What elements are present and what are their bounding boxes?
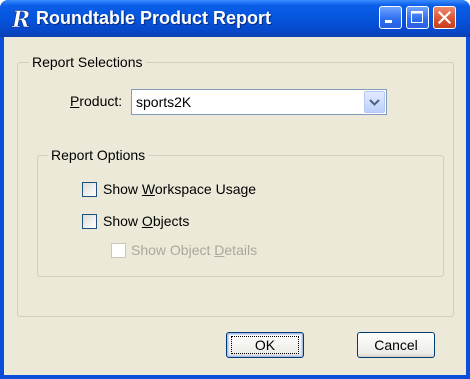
- chevron-down-icon: [369, 99, 380, 106]
- window-title: Roundtable Product Report: [36, 8, 271, 28]
- ok-button[interactable]: OK: [226, 332, 304, 358]
- svg-text:R: R: [11, 7, 30, 31]
- roundtable-logo-icon: R: [11, 7, 31, 31]
- dialog-body: Report Selections Product: sports2K Repo…: [4, 37, 466, 375]
- maximize-icon: [411, 11, 423, 23]
- report-options-legend: Report Options: [48, 147, 149, 163]
- product-select[interactable]: sports2K: [131, 89, 387, 115]
- show-workspace-usage-checkbox[interactable]: [82, 182, 97, 197]
- cancel-button[interactable]: Cancel: [357, 332, 435, 358]
- show-workspace-usage-label[interactable]: Show Workspace Usage: [103, 181, 256, 197]
- close-button[interactable]: [433, 6, 456, 29]
- show-object-details-label: Show Object Details: [131, 242, 257, 258]
- product-select-value: sports2K: [136, 94, 192, 110]
- minimize-icon: [385, 20, 392, 23]
- show-workspace-usage-post: orkspace Usage: [154, 181, 257, 197]
- product-label-rest: roduct:: [79, 93, 123, 109]
- show-workspace-usage-pre: Show: [103, 181, 142, 197]
- product-label-mnemonic: P: [70, 93, 80, 109]
- show-object-details-pre: Show Object: [131, 242, 215, 258]
- product-dropdown-button[interactable]: [364, 91, 385, 113]
- show-object-details-checkbox: [111, 243, 126, 258]
- show-objects-pre: Show: [103, 213, 142, 229]
- show-objects-mnemonic: O: [141, 213, 153, 229]
- close-icon: [437, 10, 452, 25]
- report-options-group: [37, 155, 444, 277]
- show-object-details-mnemonic: D: [214, 242, 225, 258]
- minimize-button[interactable]: [379, 6, 402, 29]
- show-objects-label[interactable]: Show Objects: [103, 213, 189, 229]
- maximize-button[interactable]: [406, 6, 429, 29]
- report-selections-legend: Report Selections: [29, 54, 146, 70]
- ok-button-label: OK: [254, 337, 276, 353]
- show-object-details-post: etails: [224, 242, 258, 258]
- show-workspace-usage-mnemonic: W: [141, 181, 155, 197]
- product-label: Product:: [70, 93, 122, 109]
- dialog-window: R Roundtable Product Report Report Selec…: [0, 0, 470, 379]
- title-bar[interactable]: R Roundtable Product Report: [0, 0, 470, 37]
- show-objects-post: bjects: [152, 213, 190, 229]
- show-objects-checkbox[interactable]: [82, 214, 97, 229]
- cancel-button-label: Cancel: [374, 337, 418, 353]
